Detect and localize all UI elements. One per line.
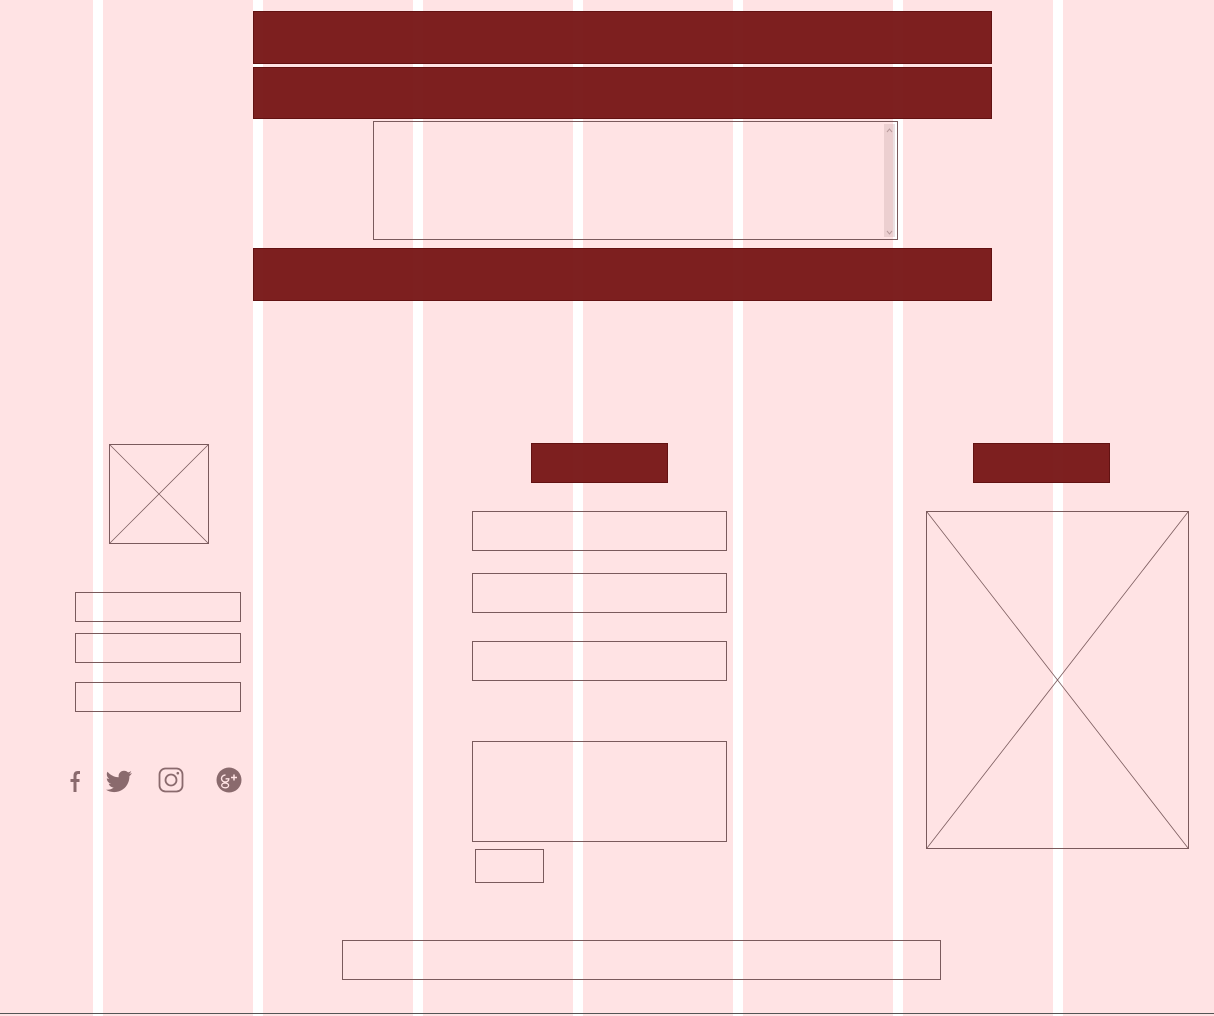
- intro-text-area[interactable]: [373, 121, 898, 240]
- nav-banner[interactable]: [253, 67, 992, 119]
- grid-gutter: [253, 0, 263, 1016]
- google-plus-icon[interactable]: [215, 766, 243, 794]
- logo-image-placeholder: [109, 444, 209, 544]
- contact-form-heading: [531, 443, 668, 483]
- page-bottom-border: [0, 1013, 1214, 1014]
- header-banner: [253, 11, 992, 64]
- facebook-icon[interactable]: [62, 766, 90, 794]
- contact-subject-field[interactable]: [472, 641, 727, 681]
- contact-email-field[interactable]: [472, 573, 727, 613]
- scrollbar[interactable]: [884, 124, 895, 237]
- instagram-icon[interactable]: [157, 766, 185, 794]
- submit-button[interactable]: [475, 849, 544, 883]
- twitter-icon[interactable]: [106, 766, 134, 794]
- left-field-1[interactable]: [75, 592, 241, 622]
- right-column-heading: [973, 443, 1110, 483]
- left-field-3[interactable]: [75, 682, 241, 712]
- contact-message-textarea[interactable]: [472, 741, 727, 842]
- contact-name-field[interactable]: [472, 511, 727, 551]
- left-field-2[interactable]: [75, 633, 241, 663]
- footer-bar: [342, 940, 941, 980]
- grid-gutter: [93, 0, 103, 1016]
- cta-banner[interactable]: [253, 248, 992, 301]
- right-image-placeholder: [926, 511, 1189, 849]
- grid-gutter: [1053, 0, 1063, 1016]
